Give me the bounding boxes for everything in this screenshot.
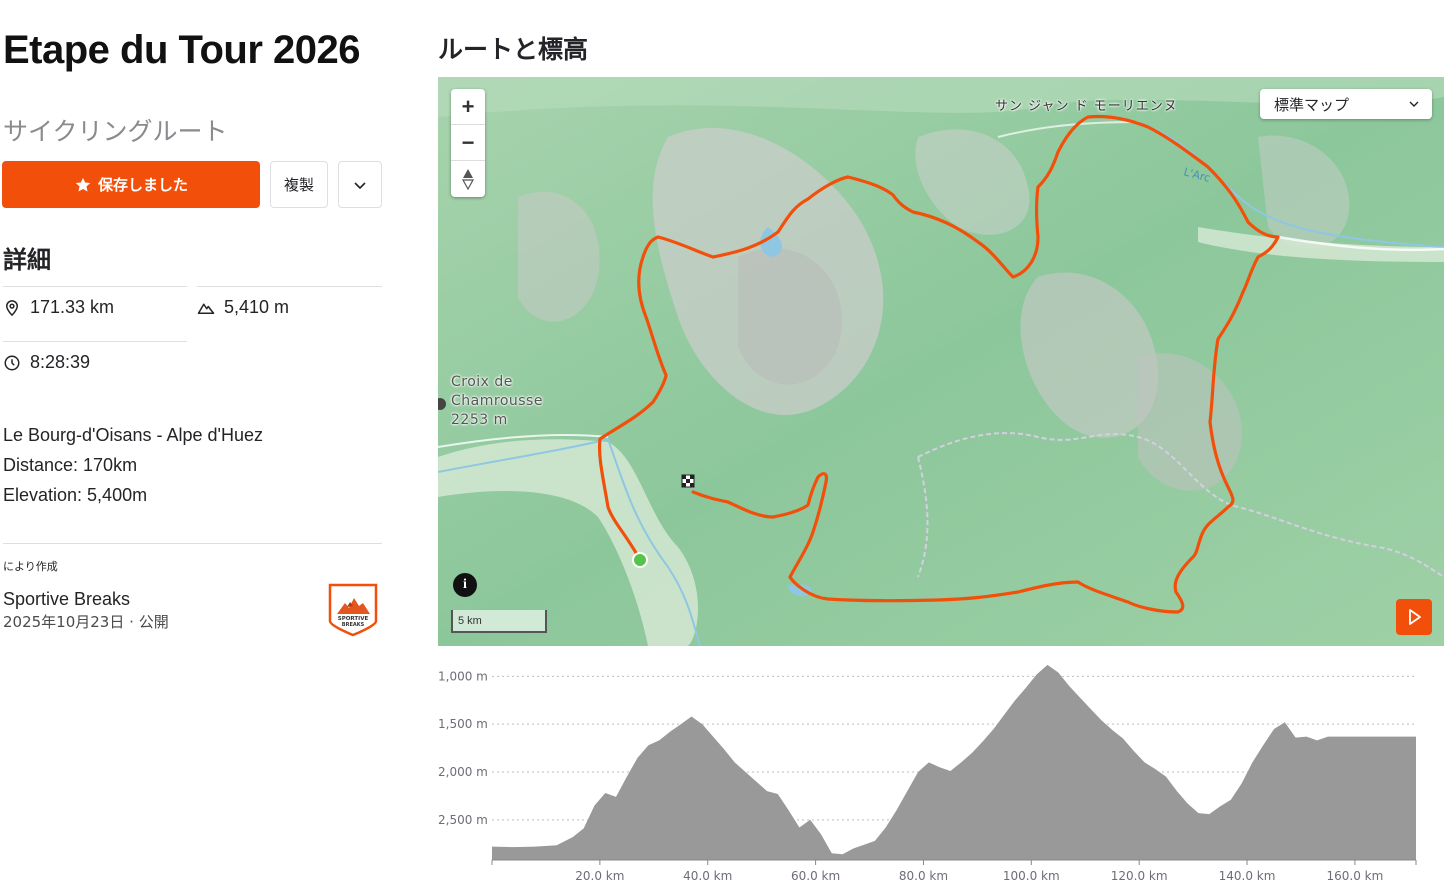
zoom-in-button[interactable]: + <box>451 89 485 125</box>
meta-separator: · <box>129 613 139 631</box>
map-style-label: 標準マップ <box>1274 95 1350 114</box>
stat-time-value: 8:28:39 <box>30 352 91 372</box>
place-label-line: Croix de <box>451 374 513 390</box>
stat-time: 8:28:39 <box>3 352 90 373</box>
x-tick-label: 100.0 km <box>1003 869 1060 883</box>
finish-flag-icon <box>681 474 695 488</box>
x-tick-label: 60.0 km <box>791 869 840 883</box>
action-buttons: 保存しました 複製 <box>2 161 382 208</box>
saved-button-label: 保存しました <box>97 176 188 194</box>
visibility-label: 公開 <box>138 613 169 631</box>
compass-button[interactable] <box>451 161 485 197</box>
y-tick-label: 2,500 m <box>438 813 488 827</box>
chevron-down-icon <box>1409 101 1419 107</box>
details-heading: 詳細 <box>3 246 51 274</box>
x-tick-label: 80.0 km <box>899 869 948 883</box>
divider <box>3 341 187 342</box>
flyover-play-button[interactable] <box>1396 599 1432 635</box>
y-tick-label: 1,000 m <box>438 669 488 683</box>
place-label-line: Chamrousse <box>451 393 543 409</box>
stat-elevation: 5,410 m <box>197 297 289 318</box>
description-line: Distance: 170km <box>3 455 138 475</box>
divider <box>3 543 382 544</box>
zoom-controls: + − <box>451 89 485 197</box>
zoom-out-button[interactable]: − <box>451 125 485 161</box>
route-description: Le Bourg-d'Oisans - Alpe d'Huez Distance… <box>3 420 263 510</box>
more-actions-button[interactable] <box>338 161 382 208</box>
mountain-icon <box>197 303 215 314</box>
place-label-line: 2253 m <box>451 412 508 428</box>
svg-text:BREAKS: BREAKS <box>342 622 365 628</box>
y-tick-label: 2,000 m <box>438 765 488 779</box>
created-by-label: により作成 <box>3 560 58 573</box>
divider <box>197 286 382 287</box>
play-icon <box>1409 609 1421 625</box>
elevation-chart[interactable]: 2,500 m 2,000 m 1,500 m 1,000 m 20.0 km 40.0 … <box>438 657 1428 894</box>
location-pin-icon <box>5 299 19 316</box>
description-line: Le Bourg-d'Oisans - Alpe d'Huez <box>3 425 264 445</box>
stat-elevation-value: 5,410 m <box>224 297 290 317</box>
compass-icon <box>461 169 475 190</box>
map-info-button[interactable]: i <box>453 573 477 597</box>
place-label: サン ジャン ド モーリエンヌ <box>995 99 1178 114</box>
map-style-select[interactable]: 標準マップ <box>1260 89 1432 119</box>
author-logo[interactable]: SPORTIVE BREAKS <box>327 583 379 637</box>
route-type: サイクリングルート <box>3 117 228 146</box>
author-name[interactable]: Sportive Breaks <box>3 589 130 610</box>
chevron-down-icon <box>354 181 366 189</box>
created-date: 2025年10月23日 <box>3 613 125 631</box>
route-info-panel: Etape du Tour 2026 サイクリングルート 保存しました 複製 詳… <box>0 0 390 894</box>
saved-button[interactable]: 保存しました <box>2 161 260 208</box>
stat-distance-value: 171.33 km <box>30 297 115 317</box>
map-terrain: L'Arc <box>438 77 1444 646</box>
place-label-croix: Croix de Chamrousse 2253 m <box>451 373 543 430</box>
section-title: ルートと標高 <box>438 35 589 64</box>
duplicate-button[interactable]: 複製 <box>270 161 328 208</box>
x-tick-label: 140.0 km <box>1219 869 1276 883</box>
elevation-area <box>492 664 1416 860</box>
x-tick-label: 20.0 km <box>575 869 624 883</box>
description-line: Elevation: 5,400m <box>3 485 148 505</box>
author-meta: 2025年10月23日 · 公開 <box>3 611 169 632</box>
divider <box>3 286 187 287</box>
clock-icon <box>4 355 20 370</box>
start-marker <box>632 552 648 568</box>
route-map[interactable]: L'Arc + − 標準マップ サン ジャン ド モーリエンヌ Croix de… <box>438 77 1444 646</box>
x-tick-label: 160.0 km <box>1326 869 1383 883</box>
x-tick-label: 40.0 km <box>683 869 732 883</box>
star-icon <box>75 177 91 192</box>
map-scale: 5 km <box>451 610 547 633</box>
stat-distance: 171.33 km <box>3 297 114 318</box>
y-tick-label: 1,500 m <box>438 717 488 731</box>
route-title: Etape du Tour 2026 <box>3 28 361 72</box>
x-tick-label: 120.0 km <box>1111 869 1168 883</box>
